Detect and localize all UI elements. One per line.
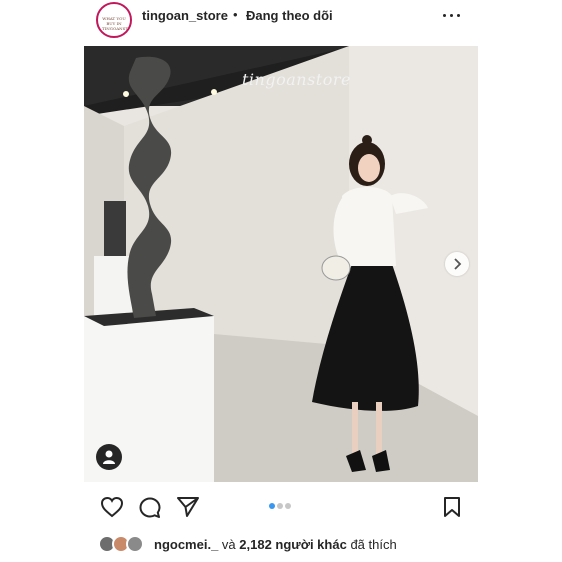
comment-icon[interactable]	[138, 496, 162, 520]
carousel-dot-active	[269, 503, 275, 509]
post-header: WHAT YOU BUY IN TINGOANSTORE tingoan_sto…	[84, 0, 478, 46]
likes-summary: ngocmei._ và 2,182 người khác đã thích	[98, 532, 478, 556]
likes-conjunction: và	[221, 537, 236, 552]
gallery-scene-illustration	[84, 46, 478, 482]
liker-avatar[interactable]	[126, 535, 144, 553]
likes-text: ngocmei._ và 2,182 người khác đã thích	[154, 537, 397, 552]
separator-dot: •	[233, 7, 238, 22]
likes-count-link[interactable]: 2,182 người khác	[239, 537, 347, 552]
likes-suffix: đã thích	[350, 537, 397, 552]
heart-icon[interactable]	[100, 496, 124, 518]
first-liker-link[interactable]: ngocmei._	[154, 537, 218, 552]
next-arrow-icon	[454, 258, 462, 270]
carousel-dot	[285, 503, 291, 509]
profile-avatar[interactable]: WHAT YOU BUY IN TINGOANSTORE	[96, 2, 132, 38]
share-icon[interactable]	[176, 496, 200, 518]
following-button[interactable]: Đang theo dõi	[246, 8, 333, 23]
username-link[interactable]: tingoan_store	[142, 8, 228, 23]
carousel-indicator	[268, 496, 292, 514]
tagged-user-icon	[103, 450, 115, 464]
photo-watermark: tingoanstore	[242, 70, 351, 89]
carousel-dot	[277, 503, 283, 509]
instagram-post: WHAT YOU BUY IN TINGOANSTORE tingoan_sto…	[84, 0, 478, 562]
tagged-user-button[interactable]	[96, 444, 122, 470]
carousel-next-button[interactable]	[445, 252, 469, 276]
post-actions-bar	[84, 482, 478, 532]
post-image[interactable]: tingoanstore	[84, 46, 478, 482]
avatar-logo-text: WHAT YOU BUY IN TINGOANSTORE	[102, 16, 132, 31]
more-options-icon[interactable]	[442, 8, 462, 22]
bookmark-icon[interactable]	[442, 496, 462, 518]
